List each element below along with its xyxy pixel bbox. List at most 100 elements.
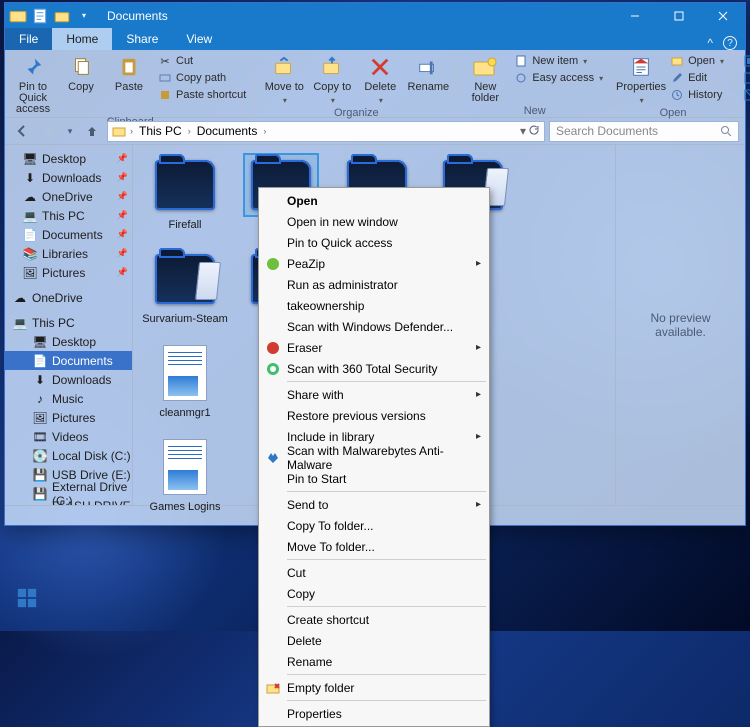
- nav-downloads[interactable]: ⬇Downloads📌: [5, 168, 132, 187]
- address-bar[interactable]: › This PC › Documents › ▾: [107, 121, 545, 142]
- open-button[interactable]: Open▾: [667, 53, 727, 69]
- file-games-logins[interactable]: Games Logins: [137, 435, 233, 529]
- cut-button[interactable]: ✂Cut: [155, 53, 249, 69]
- refresh-icon[interactable]: [528, 124, 540, 138]
- minimize-button[interactable]: [613, 3, 657, 28]
- forward-button[interactable]: [37, 120, 59, 142]
- nav-thispc-quick[interactable]: 💻This PC📌: [5, 206, 132, 225]
- context-menu: Open Open in new window Pin to Quick acc…: [258, 187, 490, 727]
- help-icon[interactable]: ?: [723, 36, 737, 50]
- ctx-malwarebytes[interactable]: Scan with Malwarebytes Anti-Malware: [261, 447, 487, 468]
- properties-icon: [627, 54, 655, 80]
- qat-properties-icon[interactable]: [31, 7, 49, 25]
- ctx-scan-360[interactable]: Scan with 360 Total Security: [261, 358, 487, 379]
- preview-text: No preview available.: [624, 311, 737, 339]
- easy-access-button[interactable]: Easy access▾: [511, 70, 606, 86]
- pin-icon: 📌: [117, 153, 128, 164]
- ctx-move-to-folder[interactable]: Move To folder...: [261, 536, 487, 557]
- ribbon-collapse-icon[interactable]: ^: [707, 36, 713, 50]
- ctx-takeownership[interactable]: takeownership: [261, 295, 487, 316]
- ctx-send-to[interactable]: Send to▸: [261, 494, 487, 515]
- paste-shortcut-button[interactable]: Paste shortcut: [155, 87, 249, 103]
- cloud-icon: ☁: [13, 292, 27, 304]
- nav-desktop[interactable]: 🖥Desktop📌: [5, 149, 132, 168]
- new-item-button[interactable]: New item▾: [511, 53, 606, 69]
- ctx-cut[interactable]: Cut: [261, 562, 487, 583]
- ribbon-group-clipboard: Pin to Quick access Copy Paste ✂Cut Copy…: [5, 50, 256, 117]
- ctx-copy-to-folder[interactable]: Copy To folder...: [261, 515, 487, 536]
- copy-button[interactable]: Copy: [59, 52, 103, 93]
- qat-dropdown-icon[interactable]: ▾: [75, 11, 93, 20]
- delete-button[interactable]: Delete▾: [358, 52, 402, 106]
- nav-onedrive[interactable]: ☁OneDrive: [5, 288, 132, 307]
- ctx-run-admin[interactable]: Run as administrator: [261, 274, 487, 295]
- nav-flash-k[interactable]: 💾FLASH DRIVE (K:): [5, 503, 132, 505]
- file-cleanmgr1[interactable]: cleanmgr1: [137, 341, 233, 435]
- properties-button[interactable]: Properties▾: [619, 52, 663, 106]
- folder-survarium[interactable]: Survarium-Steam: [137, 247, 233, 341]
- tab-home[interactable]: Home: [52, 28, 112, 50]
- copy-to-button[interactable]: Copy to▾: [310, 52, 354, 106]
- nav-videos[interactable]: 🎞Videos: [5, 427, 132, 446]
- recent-dropdown[interactable]: ▾: [63, 120, 77, 142]
- ctx-delete[interactable]: Delete: [261, 630, 487, 651]
- tab-share[interactable]: Share: [112, 28, 172, 50]
- copy-path-button[interactable]: Copy path: [155, 70, 249, 86]
- ribbon-group-organize: Move to▾ Copy to▾ Delete▾ Rename Organiz…: [256, 50, 457, 117]
- history-button[interactable]: History: [667, 87, 727, 103]
- qat-newfolder-icon[interactable]: [53, 7, 71, 25]
- move-to-button[interactable]: Move to▾: [262, 52, 306, 106]
- open-icon: [670, 54, 684, 68]
- pictures-icon: 🖼: [23, 267, 37, 279]
- ctx-properties[interactable]: Properties: [261, 703, 487, 724]
- select-none-button[interactable]: Select none: [740, 70, 750, 86]
- up-button[interactable]: [81, 120, 103, 142]
- ctx-scan-defender[interactable]: Scan with Windows Defender...: [261, 316, 487, 337]
- tab-view[interactable]: View: [172, 28, 226, 50]
- nav-libraries[interactable]: 📚Libraries📌: [5, 244, 132, 263]
- documents-icon: 📄: [23, 229, 37, 241]
- ctx-share-with[interactable]: Share with▸: [261, 384, 487, 405]
- paste-button[interactable]: Paste: [107, 52, 151, 93]
- nav-music[interactable]: ♪Music: [5, 389, 132, 408]
- folder-firefall[interactable]: Firefall: [137, 153, 233, 247]
- nav-documents[interactable]: 📄Documents: [5, 351, 132, 370]
- new-folder-button[interactable]: New folder: [463, 52, 507, 104]
- ctx-pin-quick[interactable]: Pin to Quick access: [261, 232, 487, 253]
- breadcrumb-thispc[interactable]: This PC: [137, 124, 184, 138]
- close-button[interactable]: [701, 3, 745, 28]
- pin-quick-access-button[interactable]: Pin to Quick access: [11, 52, 55, 115]
- select-all-button[interactable]: Select all: [740, 53, 750, 69]
- ctx-copy[interactable]: Copy: [261, 583, 487, 604]
- rename-button[interactable]: Rename: [406, 52, 450, 93]
- rename-icon: [414, 54, 442, 80]
- maximize-button[interactable]: [657, 3, 701, 28]
- start-button[interactable]: [16, 587, 38, 609]
- ribbon: Pin to Quick access Copy Paste ✂Cut Copy…: [5, 50, 745, 118]
- ctx-restore-previous[interactable]: Restore previous versions: [261, 405, 487, 426]
- nav-downloads2[interactable]: ⬇Downloads: [5, 370, 132, 389]
- tab-file[interactable]: File: [5, 28, 52, 50]
- nav-desktop2[interactable]: 🖥Desktop: [5, 332, 132, 351]
- ctx-empty-folder[interactable]: Empty folder: [261, 677, 487, 698]
- nav-onedrive-quick[interactable]: ☁OneDrive📌: [5, 187, 132, 206]
- ctx-pin-start[interactable]: Pin to Start: [261, 468, 487, 489]
- ctx-open[interactable]: Open: [261, 190, 487, 211]
- ctx-eraser[interactable]: Eraser▸: [261, 337, 487, 358]
- invert-selection-button[interactable]: Invert selection: [740, 87, 750, 103]
- ctx-create-shortcut[interactable]: Create shortcut: [261, 609, 487, 630]
- breadcrumb-documents[interactable]: Documents: [195, 124, 260, 138]
- ctx-open-new-window[interactable]: Open in new window: [261, 211, 487, 232]
- ctx-rename[interactable]: Rename: [261, 651, 487, 672]
- nav-localdisk-c[interactable]: 💽Local Disk (C:): [5, 446, 132, 465]
- ctx-peazip[interactable]: PeaZip▸: [261, 253, 487, 274]
- search-box[interactable]: Search Documents: [549, 121, 739, 142]
- nav-pictures-quick[interactable]: 🖼Pictures📌: [5, 263, 132, 282]
- nav-thispc[interactable]: 💻This PC: [5, 313, 132, 332]
- nav-pictures[interactable]: 🖼Pictures: [5, 408, 132, 427]
- eraser-icon: [265, 340, 281, 356]
- edit-button[interactable]: Edit: [667, 70, 727, 86]
- back-button[interactable]: [11, 120, 33, 142]
- address-dropdown-icon[interactable]: ▾: [520, 124, 526, 138]
- nav-documents-quick[interactable]: 📄Documents📌: [5, 225, 132, 244]
